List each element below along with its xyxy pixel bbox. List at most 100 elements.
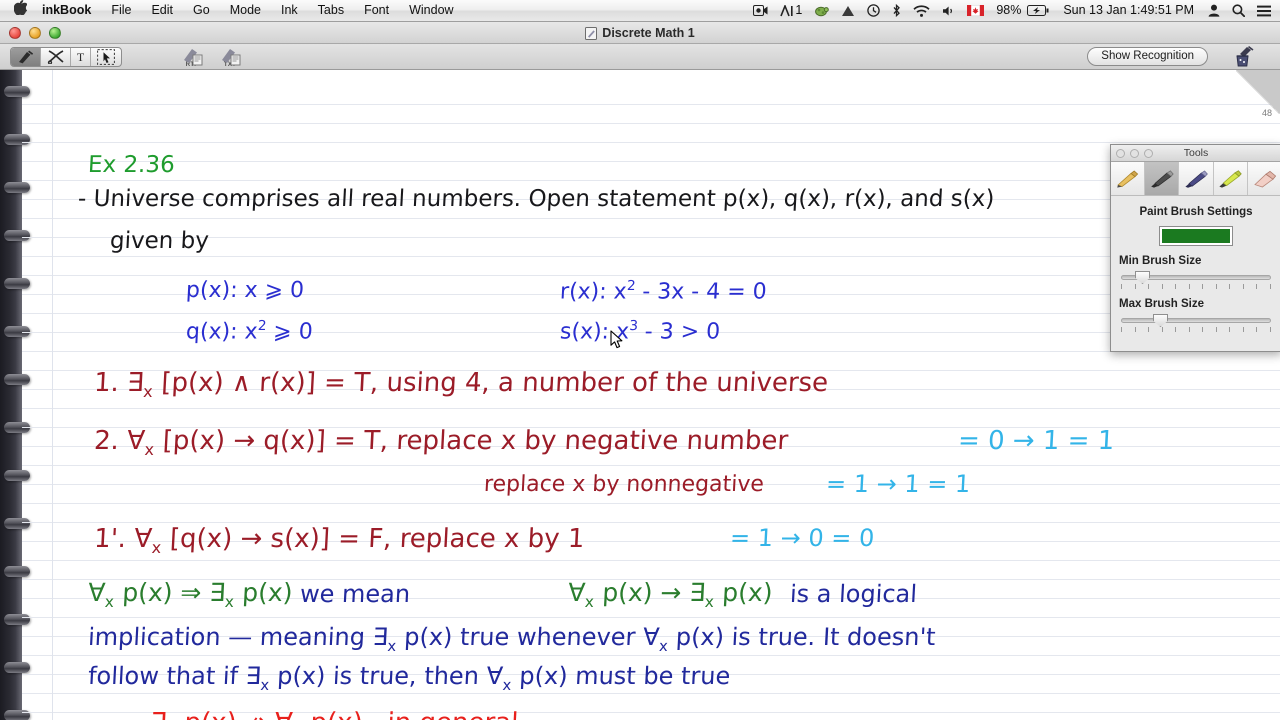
max-brush-slider-ticks — [1121, 327, 1271, 332]
apple-menu[interactable] — [0, 0, 38, 22]
slider-tick — [1148, 284, 1150, 289]
ink-mode-button[interactable] — [11, 48, 41, 66]
export-rtf-button[interactable]: RTF — [175, 46, 209, 68]
spotlight-status-item[interactable] — [1226, 0, 1251, 22]
pencil-tool[interactable] — [1111, 162, 1146, 195]
ink-line-heading: Ex 2.36 — [87, 152, 176, 178]
select-mode-button[interactable] — [91, 48, 121, 66]
gesture-mode-button[interactable] — [41, 48, 71, 66]
turtle-icon — [815, 6, 830, 16]
max-brush-slider-track[interactable] — [1121, 318, 1271, 323]
pen-tool[interactable] — [1179, 162, 1214, 195]
scissors-gesture-icon — [47, 50, 64, 64]
slider-tick — [1161, 284, 1163, 289]
input-language-status-item[interactable] — [961, 0, 990, 22]
menu-ink[interactable]: Ink — [271, 0, 308, 22]
slider-tick — [1202, 327, 1204, 332]
window-title-bar: Discrete Math 1 — [0, 22, 1280, 44]
time-machine-icon — [867, 4, 881, 17]
brush-color-swatch[interactable] — [1159, 226, 1233, 246]
rule-line — [22, 408, 1280, 409]
export-rtf-icon — [184, 49, 203, 66]
menu-file[interactable]: File — [101, 0, 141, 22]
bluetooth-status-item[interactable] — [886, 0, 907, 22]
ink-line-universe-line: - Universe comprises all real numbers. O… — [77, 186, 996, 212]
pencil-icon — [1116, 169, 1138, 188]
menu-edit[interactable]: Edit — [141, 0, 183, 22]
min-brush-slider-thumb[interactable] — [1135, 271, 1150, 284]
text-t-icon: T — [76, 49, 85, 64]
rule-line — [22, 351, 1280, 352]
export-txt-button[interactable]: TXT — [213, 46, 247, 68]
minimize-button[interactable] — [1130, 149, 1139, 158]
binding-ring — [4, 86, 30, 97]
menu-app-name[interactable]: inkBook — [38, 0, 101, 22]
ink-line-item-1prime-eval: = 1 → 0 = 0 — [729, 524, 876, 552]
text-mode-button[interactable]: T — [71, 48, 91, 66]
clear-ink-button[interactable] — [1230, 45, 1264, 69]
rule-line — [22, 180, 1280, 181]
trash-ink-icon — [1236, 46, 1254, 67]
volume-status-item[interactable] — [936, 0, 961, 22]
ink-pen-icon — [19, 50, 34, 64]
rule-line — [22, 218, 1280, 219]
ink-line-def-s: s(x): x3 - 3 > 0 — [559, 318, 721, 345]
paint-brush-tool[interactable] — [1145, 162, 1180, 195]
slider-tick — [1229, 327, 1231, 332]
ink-line-implies-green-2: ∀x p(x) → ∃x p(x) — [567, 578, 774, 611]
slider-tick — [1229, 284, 1231, 289]
battery-icon — [1027, 5, 1049, 16]
rule-line — [22, 522, 1280, 523]
rule-line — [22, 142, 1280, 143]
rule-line — [22, 503, 1280, 504]
margin-line — [52, 70, 53, 720]
spotlight-search-icon — [1232, 4, 1245, 17]
eraser-tool[interactable] — [1247, 162, 1280, 195]
screen-recorder-status-item[interactable] — [747, 0, 774, 22]
slider-tick — [1188, 327, 1190, 332]
max-brush-slider-thumb[interactable] — [1153, 314, 1168, 327]
audio-meter-icon — [780, 4, 793, 16]
tools-palette[interactable]: Tools Paint Brush Settings Min Brush Siz… — [1110, 144, 1280, 352]
zoom-button[interactable] — [1144, 149, 1153, 158]
paint-brush-settings-title: Paint Brush Settings — [1139, 206, 1253, 218]
battery-status-item[interactable] — [1027, 0, 1055, 22]
apple-icon — [14, 0, 27, 15]
turtle-status-item[interactable] — [808, 0, 835, 22]
mode-segmented-control[interactable]: T — [10, 47, 122, 67]
menu-font[interactable]: Font — [354, 0, 399, 22]
menubar-clock[interactable]: Sun 13 Jan 1:49:51 PM — [1055, 0, 1202, 22]
binding-ring — [4, 518, 30, 529]
notebook-page[interactable]: 48 Ex 2.36 - Universe comprises all real … — [0, 70, 1280, 720]
page-turn-corner[interactable] — [1236, 70, 1280, 114]
min-brush-size-label: Min Brush Size — [1119, 255, 1202, 267]
battery-percent[interactable]: 98% — [990, 0, 1027, 22]
rule-line — [22, 161, 1280, 162]
ink-line-given-by: given by — [109, 228, 210, 254]
show-recognition-button[interactable]: Show Recognition — [1087, 47, 1208, 66]
ink-line-item-2-eval: = 0 → 1 = 1 — [957, 426, 1116, 456]
slider-tick — [1242, 327, 1244, 332]
wifi-status-item[interactable] — [907, 0, 936, 22]
notification-center-status-item[interactable] — [1251, 0, 1280, 22]
rule-line — [22, 256, 1280, 257]
close-button[interactable] — [1116, 149, 1125, 158]
menu-go[interactable]: Go — [183, 0, 220, 22]
binding-ring — [4, 662, 30, 673]
menu-window[interactable]: Window — [399, 0, 463, 22]
google-drive-status-item[interactable] — [835, 0, 861, 22]
menu-tabs[interactable]: Tabs — [308, 0, 354, 22]
binding-ring — [4, 182, 30, 193]
menu-bar-tray: 1 98% Sun 13 Jan 1:49:51 PM — [747, 0, 1280, 22]
audio-meter-status-item[interactable]: 1 — [774, 0, 808, 22]
ink-line-def-p: p(x): x ⩾ 0 — [185, 278, 305, 303]
user-icon — [1208, 4, 1220, 17]
rule-line — [22, 313, 1280, 314]
highlighter-tool[interactable] — [1213, 162, 1248, 195]
max-brush-size-slider[interactable] — [1121, 314, 1271, 332]
time-machine-status-item[interactable] — [861, 0, 886, 22]
min-brush-size-slider[interactable] — [1121, 271, 1271, 289]
slider-tick — [1215, 327, 1217, 332]
menu-mode[interactable]: Mode — [220, 0, 271, 22]
fast-user-switch-status-item[interactable] — [1202, 0, 1226, 22]
